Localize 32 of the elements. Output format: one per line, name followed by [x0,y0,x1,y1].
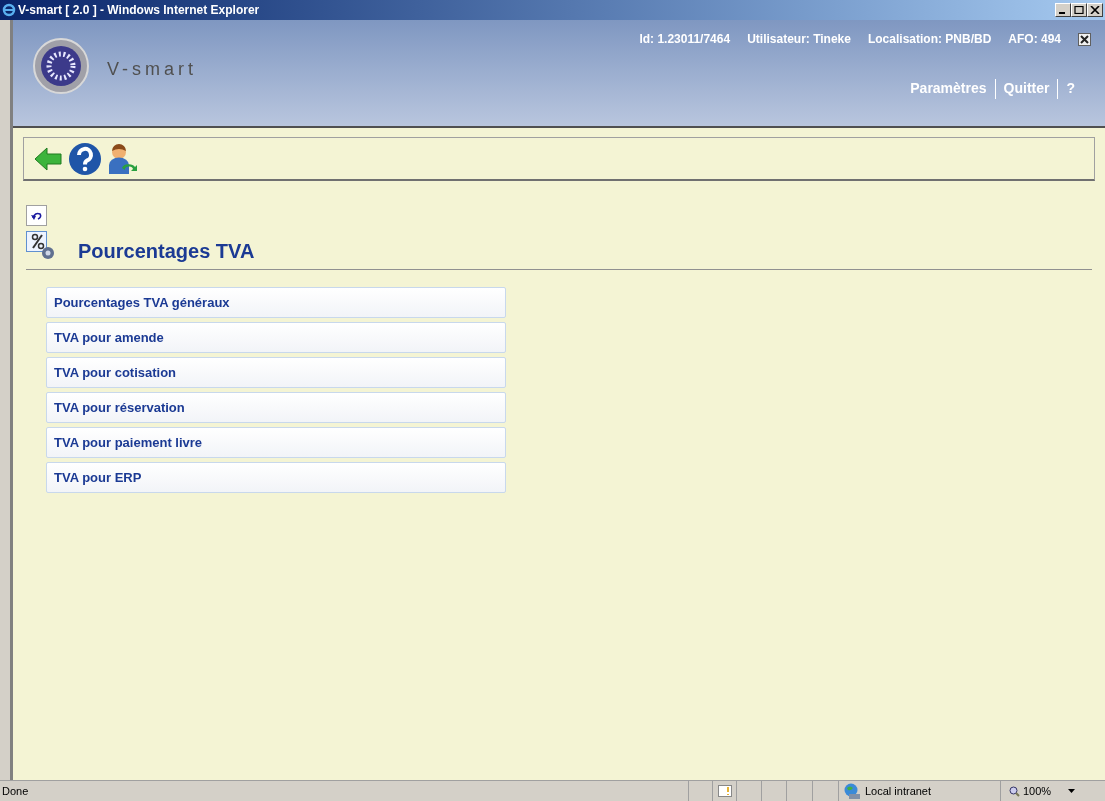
undo-button[interactable] [26,205,47,226]
page-report-icon [717,785,732,797]
session-info: Id: 1.23011/7464 [639,31,731,48]
close-button[interactable] [1078,32,1091,46]
globe-icon [843,783,861,799]
back-arrow-icon[interactable] [34,145,62,172]
zoom-icon [1009,785,1020,797]
menu-item[interactable]: TVA pour ERP [46,462,506,493]
user-refresh-icon[interactable] [108,142,138,175]
logo-icon [33,38,89,94]
close-icon [1090,6,1100,14]
minimize-button[interactable] [1055,3,1071,17]
status-text: Done [1,783,30,799]
session-info: Localisation: PNB/BD [867,31,992,48]
maximize-button[interactable] [1071,3,1087,17]
session-info: AFO: 494 [1008,31,1061,48]
session-info: Utilisateur: Tineke [747,31,851,48]
help-icon[interactable] [68,141,102,176]
menu-item[interactable]: TVA pour paiement livre [46,427,506,458]
logo-text: V-smart [107,58,197,81]
menu-item[interactable]: TVA pour amende [46,322,506,353]
close-icon [1080,34,1089,44]
page-title: Pourcentages TVA [78,241,255,261]
dropdown-arrow-icon[interactable] [1068,789,1076,793]
maximize-icon [1074,6,1084,14]
zone-text: Local intranet [865,783,932,799]
menu-item[interactable]: TVA pour réservation [46,392,506,423]
undo-icon [30,210,43,221]
menu-item[interactable]: TVA pour cotisation [46,357,506,388]
menu-item[interactable]: Pourcentages TVA généraux [46,287,506,318]
zoom-level: 100% [1023,783,1052,799]
window-title: V-smart [ 2.0 ] - Windows Internet Explorer [18,2,260,19]
